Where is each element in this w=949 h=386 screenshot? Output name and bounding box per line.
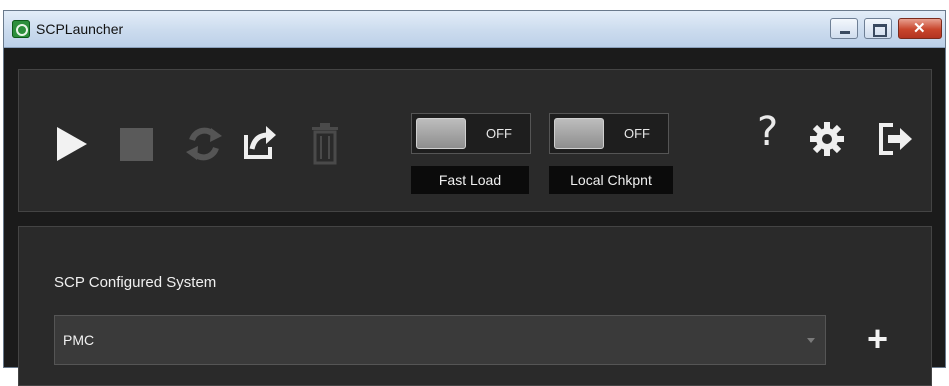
toolbar-panel: OFF Fast Load OFF Local Chkpnt ? <box>18 69 932 212</box>
app-window: SCPLauncher ✕ OFF Fast Load OFF Local Ch… <box>3 10 946 386</box>
title-bar[interactable]: SCPLauncher ✕ <box>4 11 945 48</box>
refresh-icon[interactable] <box>184 122 224 166</box>
fast-load-label: Fast Load <box>411 166 529 194</box>
minimize-button[interactable] <box>830 18 858 39</box>
selected-system-value: PMC <box>63 332 95 348</box>
local-chkpnt-state: OFF <box>624 126 650 141</box>
configured-system-label: SCP Configured System <box>54 274 217 291</box>
configured-system-select[interactable]: PMC <box>54 315 826 365</box>
maximize-icon <box>873 24 887 37</box>
add-system-button[interactable]: + <box>867 321 888 357</box>
close-icon: ✕ <box>913 20 926 37</box>
gear-icon[interactable] <box>809 121 845 157</box>
share-icon[interactable] <box>242 121 278 161</box>
local-chkpnt-label: Local Chkpnt <box>549 166 673 194</box>
stop-icon[interactable] <box>120 128 153 161</box>
help-icon[interactable]: ? <box>757 110 778 154</box>
window-title: SCPLauncher <box>36 21 124 37</box>
local-chkpnt-toggle[interactable]: OFF <box>549 113 669 154</box>
minimize-icon <box>840 31 850 34</box>
chevron-down-icon <box>807 338 815 343</box>
trash-icon[interactable] <box>310 121 340 165</box>
app-icon <box>12 20 30 38</box>
exit-icon[interactable] <box>877 122 913 156</box>
maximize-button[interactable] <box>864 18 892 39</box>
fast-load-toggle[interactable]: OFF <box>411 113 531 154</box>
close-button[interactable]: ✕ <box>898 18 942 39</box>
config-panel: SCP Configured System PMC + <box>18 226 932 386</box>
toggle-knob <box>416 118 466 149</box>
fast-load-state: OFF <box>486 126 512 141</box>
play-icon[interactable] <box>57 127 87 161</box>
toggle-knob <box>554 118 604 149</box>
